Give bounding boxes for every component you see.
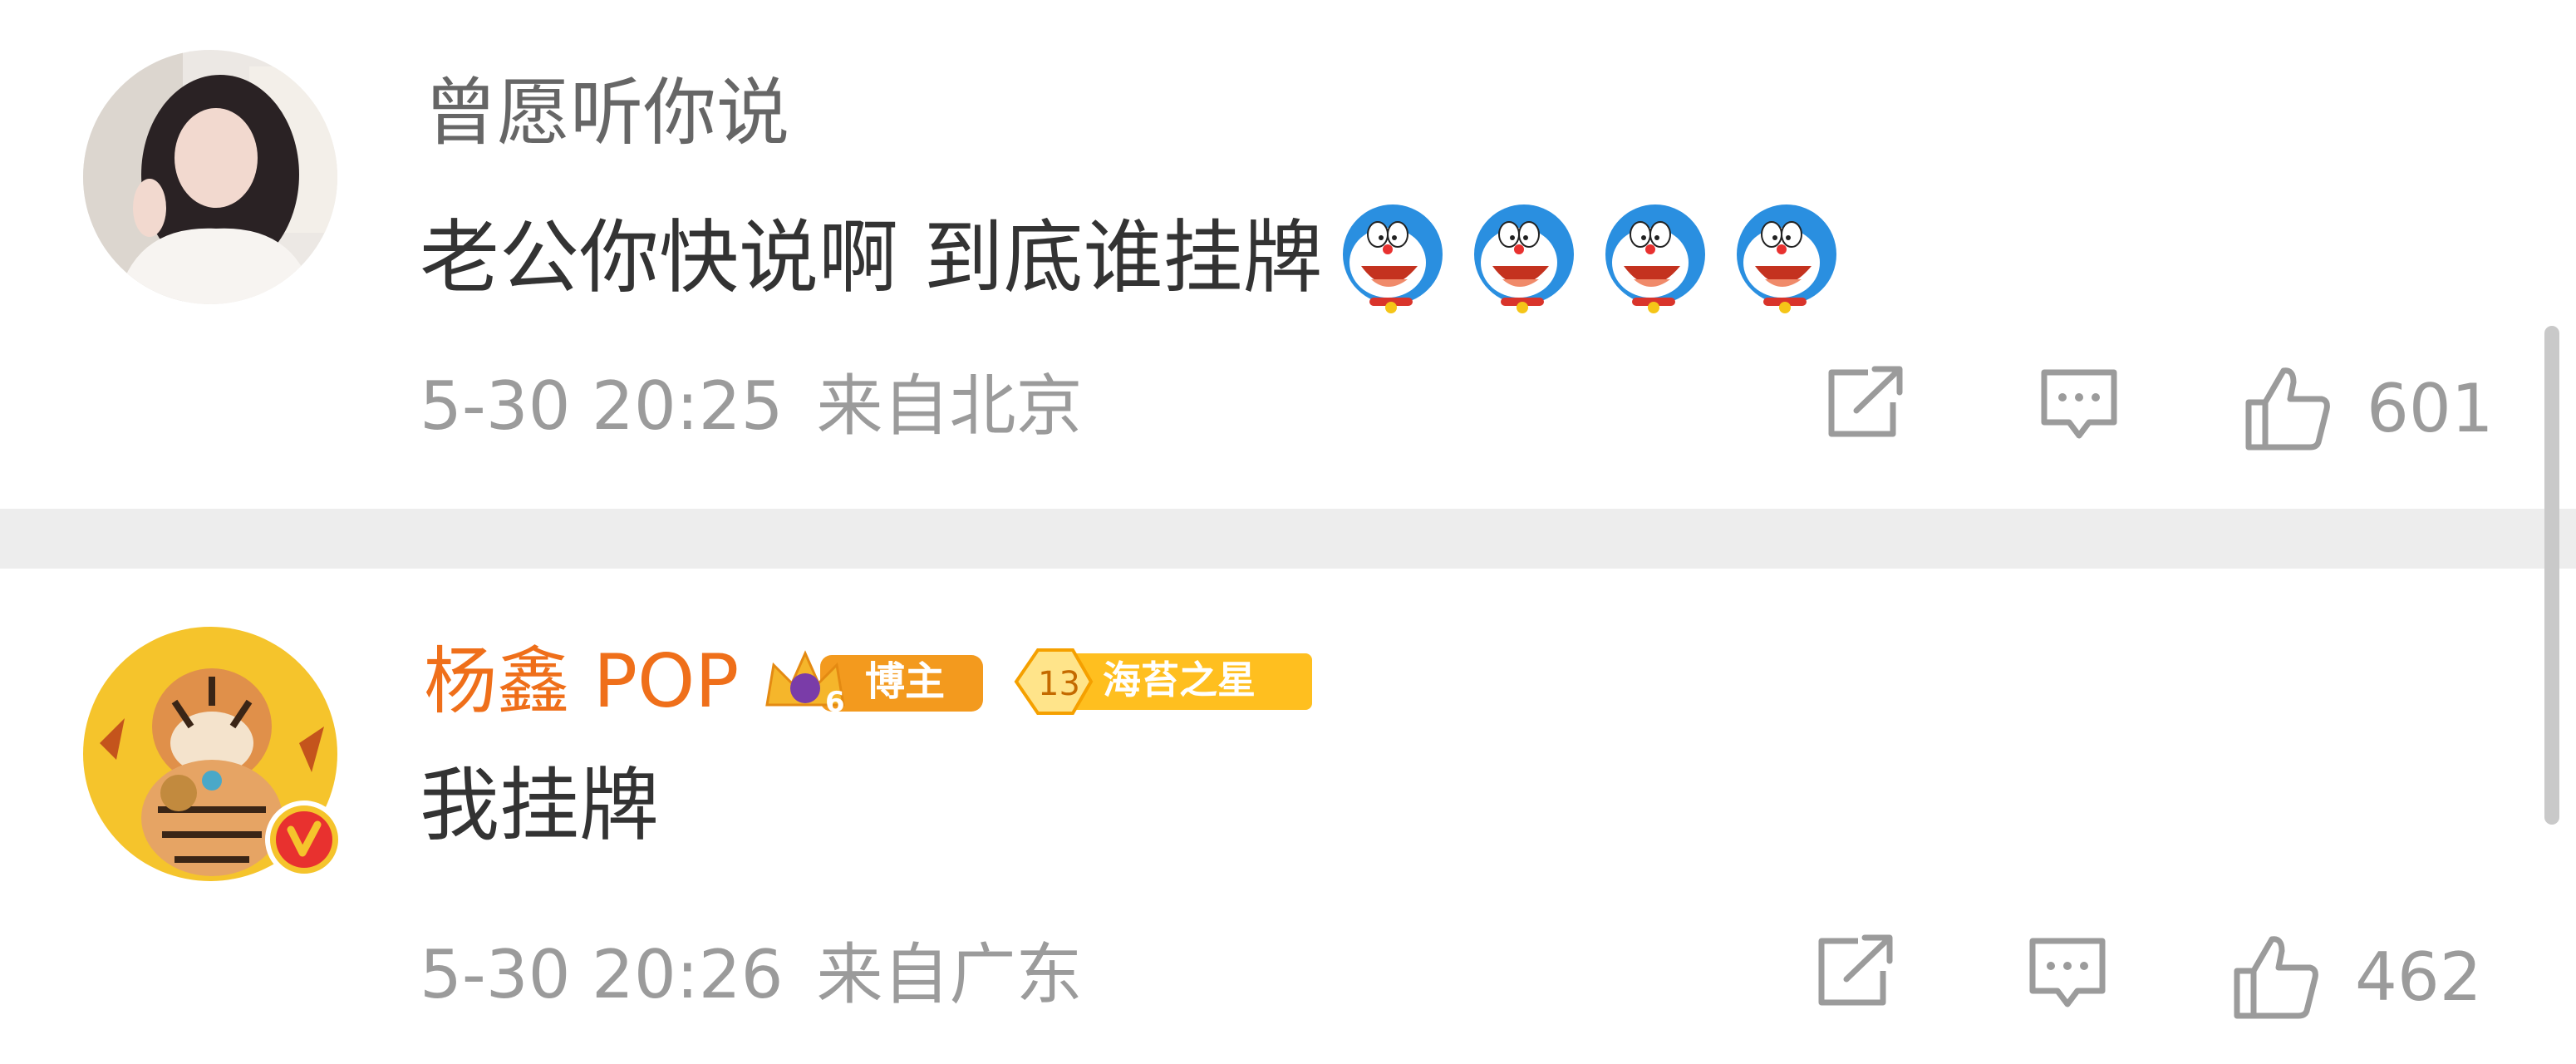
star-level: 13	[1038, 665, 1080, 703]
reply-button[interactable]	[2026, 934, 2109, 1014]
share-button[interactable]	[1815, 934, 1898, 1009]
share-icon	[1818, 934, 1893, 1006]
blogger-label: 博主	[865, 658, 945, 705]
location: 来自广东	[816, 936, 1083, 1013]
comment-meta: 5-30 20:26 来自广东	[420, 938, 1083, 1012]
doraemon-laughing-emoji	[1605, 204, 1705, 313]
doraemon-laughing-emoji	[1342, 204, 1443, 313]
like-button[interactable]: 601	[2242, 362, 2494, 454]
share-icon	[1828, 366, 1903, 437]
star-badge[interactable]: 13 海苔之星	[1008, 645, 1315, 718]
thumbs-up-icon	[2234, 936, 2318, 1019]
comment-icon	[2029, 938, 2106, 1007]
comment-icon	[2041, 369, 2117, 439]
thumbs-up-icon	[2245, 367, 2330, 451]
comment-body: 我挂牌	[420, 759, 659, 852]
username-text: 杨鑫 POP	[424, 638, 740, 724]
avatar[interactable]	[83, 627, 343, 881]
timestamp: 5-30 20:26	[420, 936, 784, 1013]
comment-divider	[0, 509, 2576, 569]
timestamp: 5-30 20:25	[420, 367, 784, 445]
comment-item: 曾愿听你说 老公你快说啊 到底谁挂牌 5-30 20:25 来自北京 601	[0, 0, 2576, 509]
comment-text: 我挂牌	[420, 760, 659, 851]
like-count: 601	[2367, 369, 2494, 447]
location: 来自北京	[816, 367, 1083, 445]
doraemon-laughing-emoji	[1473, 204, 1574, 313]
share-button[interactable]	[1825, 366, 1908, 441]
avatar[interactable]	[83, 50, 337, 304]
emoji-row	[1335, 200, 1860, 316]
blogger-badge[interactable]: 6 博主	[762, 645, 986, 718]
doraemon-laughing-emoji	[1736, 204, 1836, 313]
username[interactable]: 杨鑫 POP 6 博主 13 海苔之星	[424, 640, 1315, 723]
comment-text: 老公你快说啊 到底谁挂牌	[420, 200, 1860, 316]
like-button[interactable]: 462	[2230, 931, 2482, 1022]
comment-meta: 5-30 20:25 来自北京	[420, 369, 1083, 444]
star-label: 海苔之星	[1103, 658, 1256, 702]
scrollbar[interactable]	[2544, 326, 2559, 825]
reply-button[interactable]	[2038, 366, 2121, 446]
verified-v-icon	[265, 800, 343, 879]
comment-item: 杨鑫 POP 6 博主 13 海苔之星 我挂牌 5-30 20:26 来自广东	[0, 569, 2576, 1064]
like-count: 462	[2355, 938, 2482, 1016]
comment-body: 老公你快说啊 到底谁挂牌	[420, 211, 1323, 304]
username[interactable]: 曾愿听你说	[424, 71, 789, 155]
blogger-level: 6	[825, 686, 845, 718]
